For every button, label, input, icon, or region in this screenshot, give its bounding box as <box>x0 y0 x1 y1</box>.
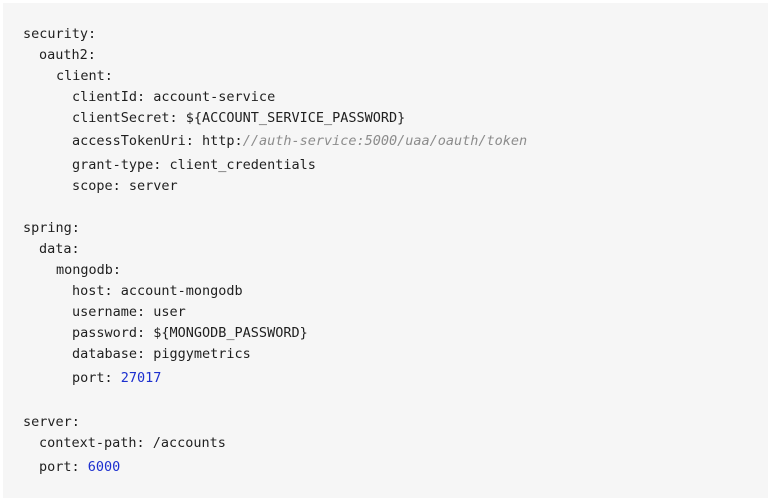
code-line-data: data: <box>39 239 80 259</box>
yaml-scope: scope: server <box>72 178 178 194</box>
code-line-access-token-uri: accessTokenUri: http://auth-service:5000… <box>72 131 527 151</box>
yaml-username: username: user <box>72 304 186 320</box>
code-line-context-path: context-path: /accounts <box>39 433 226 453</box>
yaml-key-oauth2: oauth2: <box>39 47 96 63</box>
yaml-access-token-key: accessTokenUri: http: <box>72 133 243 149</box>
code-line-scope: scope: server <box>72 176 178 196</box>
code-line-mongodb: mongodb: <box>56 260 121 280</box>
yaml-client-secret: clientSecret: ${ACCOUNT_SERVICE_PASSWORD… <box>72 110 406 126</box>
code-line-oauth2: oauth2: <box>39 45 96 65</box>
code-line-username: username: user <box>72 302 186 322</box>
code-line-database: database: piggymetrics <box>72 344 251 364</box>
yaml-mongo-port-value: 27017 <box>120 370 162 386</box>
code-line-security: security: <box>23 24 96 44</box>
yaml-server-port-value: 6000 <box>87 459 121 475</box>
code-line-mongo-port: port: 27017 <box>72 368 161 388</box>
yaml-key-client: client: <box>56 68 113 84</box>
yaml-password: password: ${MONGODB_PASSWORD} <box>72 325 308 341</box>
yaml-key-mongodb: mongodb: <box>56 262 122 278</box>
code-line-grant-type: grant-type: client_credentials <box>72 155 316 175</box>
yaml-access-token-comment: //auth-service:5000/uaa/oauth/token <box>242 133 528 149</box>
code-line-client-secret: clientSecret: ${ACCOUNT_SERVICE_PASSWORD… <box>72 108 405 128</box>
code-line-server: server: <box>23 412 80 432</box>
code-line-password: password: ${MONGODB_PASSWORD} <box>72 323 308 343</box>
yaml-code-block: security: oauth2: client: clientId: acco… <box>3 3 768 498</box>
yaml-client-id: clientId: account-service <box>72 89 276 105</box>
yaml-mongo-port-key: port: <box>72 370 121 386</box>
code-line-host: host: account-mongodb <box>72 281 243 301</box>
yaml-key-spring: spring: <box>23 220 80 236</box>
yaml-server-port-key: port: <box>39 459 88 475</box>
code-line-spring: spring: <box>23 218 80 238</box>
code-line-client: client: <box>56 66 113 86</box>
code-line-server-port: port: 6000 <box>39 457 120 477</box>
yaml-host: host: account-mongodb <box>72 283 243 299</box>
yaml-key-server: server: <box>23 414 80 430</box>
yaml-key-security: security: <box>23 26 97 42</box>
yaml-grant-type: grant-type: client_credentials <box>72 157 316 173</box>
yaml-database: database: piggymetrics <box>72 346 251 362</box>
yaml-context-path: context-path: /accounts <box>39 435 226 451</box>
yaml-key-data: data: <box>39 241 80 257</box>
code-line-client-id: clientId: account-service <box>72 87 275 107</box>
